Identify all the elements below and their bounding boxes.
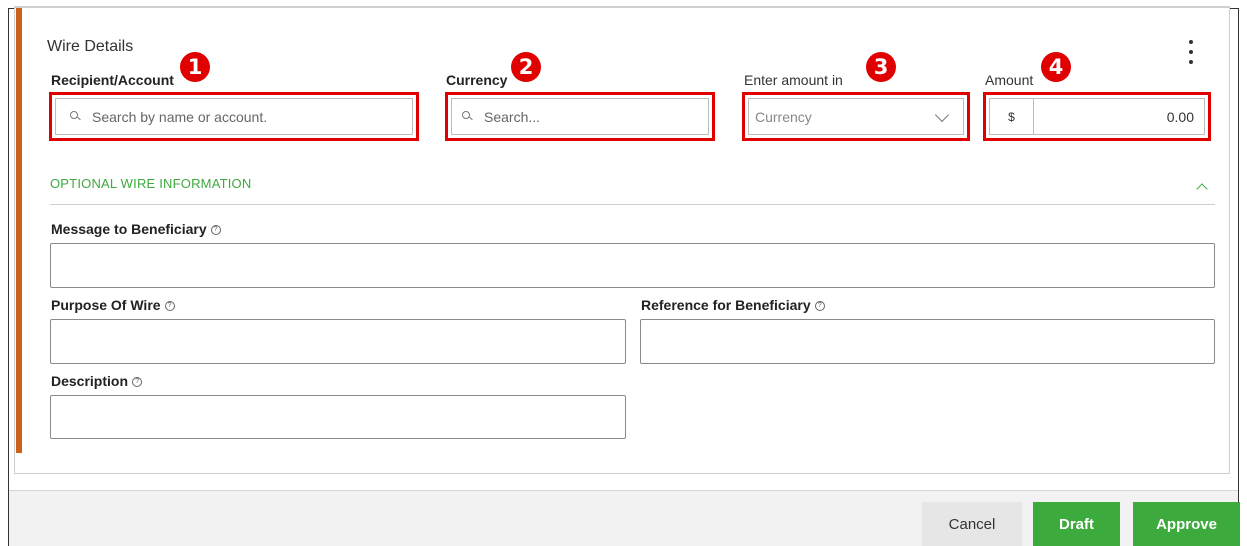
recipient-placeholder: Search by name or account. [92,108,268,125]
purpose-label: Purpose Of Wire? [51,297,175,313]
accent-bar [16,8,22,453]
section-title: Wire Details [47,38,134,55]
reference-for-beneficiary-input[interactable] [640,319,1215,364]
currency-search-input[interactable]: Search... [451,98,709,135]
callout-badge-1: 1 [180,52,210,82]
purpose-of-wire-input[interactable] [50,319,626,364]
callout-badge-4: 4 [1041,52,1071,82]
callout-badge-2: 2 [511,52,541,82]
divider [50,204,1215,205]
enter-amount-in-select[interactable]: Currency [748,98,964,135]
currency-label: Currency [446,72,508,88]
message-to-beneficiary-input[interactable] [50,243,1215,288]
help-icon[interactable]: ? [814,301,825,312]
amount-label: Amount [985,72,1034,88]
draft-button[interactable]: Draft [1033,502,1120,546]
search-icon [462,110,474,123]
currency-placeholder: Search... [484,108,541,125]
help-icon[interactable]: ? [210,225,221,236]
optional-wire-info-toggle[interactable]: OPTIONAL WIRE INFORMATION [50,176,251,191]
reference-label: Reference for Beneficiary? [641,297,825,313]
amount-input[interactable]: $ 0.00 [989,98,1205,135]
help-icon[interactable]: ? [164,301,175,312]
callout-badge-3: 3 [866,52,896,82]
currency-symbol: $ [990,99,1034,134]
recipient-search-input[interactable]: Search by name or account. [55,98,413,135]
message-label: Message to Beneficiary? [51,221,221,237]
chevron-down-icon [934,107,950,123]
cancel-button[interactable]: Cancel [922,502,1022,546]
recipient-label: Recipient/Account [51,72,174,88]
enter-amount-in-label: Enter amount in [744,72,843,88]
description-input[interactable] [50,395,626,439]
more-vertical-icon[interactable] [1183,40,1199,64]
approve-button[interactable]: Approve [1133,502,1240,546]
description-label: Description? [51,373,143,389]
help-icon[interactable]: ? [132,377,143,388]
search-icon [70,110,82,123]
amount-value: 0.00 [1166,108,1194,125]
enter-amount-in-value: Currency [755,108,812,125]
